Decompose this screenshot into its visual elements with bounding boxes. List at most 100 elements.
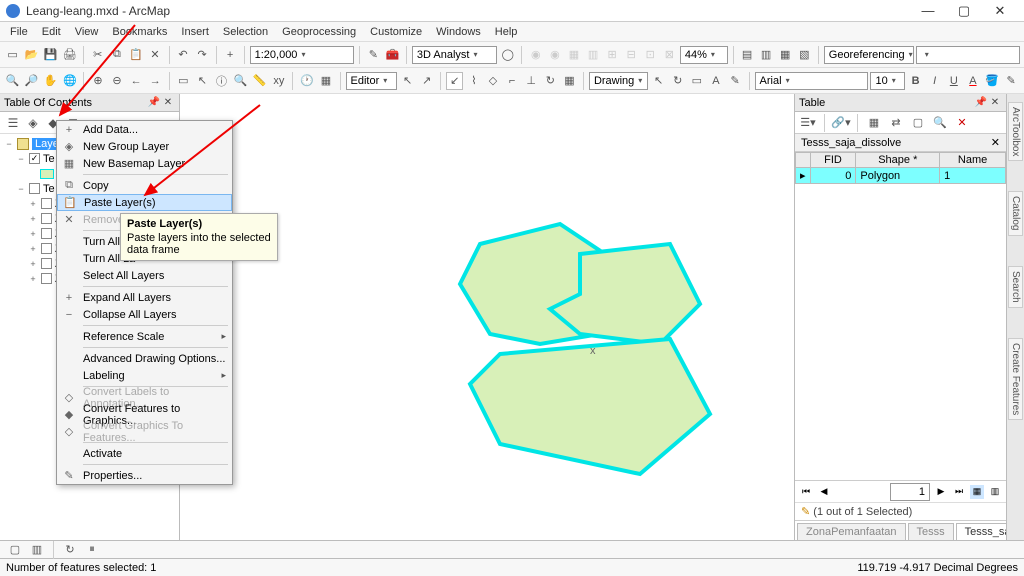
underline-icon[interactable]: U [945, 72, 962, 90]
toc-pin-icon[interactable]: 📌 [147, 96, 161, 110]
delete-icon[interactable]: ✕ [146, 46, 163, 64]
ctx-paste-layer-s-[interactable]: 📋Paste Layer(s) [57, 194, 232, 211]
list-by-source-icon[interactable]: ◈ [24, 114, 42, 132]
record-index[interactable]: 1 [890, 483, 930, 501]
paste-icon[interactable]: 📋 [127, 46, 144, 64]
trace-icon[interactable]: ⌇ [465, 72, 482, 90]
open-icon[interactable]: 📂 [23, 46, 40, 64]
table-close-icon[interactable]: ✕ [988, 96, 1002, 110]
edit-tool-icon[interactable]: ↖ [399, 72, 416, 90]
attr-icon[interactable]: ▦ [561, 72, 578, 90]
ctx-reference-scale[interactable]: Reference Scale▸ [57, 328, 232, 345]
menu-file[interactable]: File [4, 24, 34, 40]
toolbox-icon[interactable]: 🧰 [384, 46, 401, 64]
font-size-combo[interactable]: 10▾ [870, 72, 905, 90]
pointer-icon[interactable]: ↖ [194, 72, 211, 90]
side-tab-search[interactable]: Search [1008, 266, 1023, 308]
map-canvas[interactable]: x [180, 94, 794, 540]
menu-customize[interactable]: Customize [364, 24, 428, 40]
menu-selection[interactable]: Selection [217, 24, 274, 40]
ctx-collapse-all-layers[interactable]: −Collapse All Layers [57, 306, 232, 323]
draw-text-icon[interactable]: A [707, 72, 724, 90]
layout-c-icon[interactable]: ▦ [777, 46, 794, 64]
cut-icon[interactable]: ✂ [89, 46, 106, 64]
reshape-icon[interactable]: ⌐ [504, 72, 521, 90]
undo-icon[interactable]: ↶ [175, 46, 192, 64]
scale-combo[interactable]: 1:20,000▾ [250, 46, 354, 64]
split-icon[interactable]: ⊥ [523, 72, 540, 90]
menu-windows[interactable]: Windows [430, 24, 487, 40]
zoom-sel-icon[interactable]: 🔍 [931, 114, 949, 132]
editor-combo[interactable]: Editor▾ [346, 72, 398, 90]
side-tab-catalog[interactable]: Catalog [1008, 191, 1023, 235]
ctx-expand-all-layers[interactable]: +Expand All Layers [57, 289, 232, 306]
measure-icon[interactable]: 📏 [251, 72, 268, 90]
menu-help[interactable]: Help [489, 24, 524, 40]
layout-d-icon[interactable]: ▧ [796, 46, 813, 64]
table-pin-icon[interactable]: 📌 [974, 96, 988, 110]
draw-rect-icon[interactable]: ▭ [688, 72, 705, 90]
new-icon[interactable]: ▭ [4, 46, 21, 64]
italic-icon[interactable]: I [926, 72, 943, 90]
rotate-icon[interactable]: ↻ [542, 72, 559, 90]
find-icon[interactable]: 🔍 [232, 72, 249, 90]
ctx-labeling[interactable]: Labeling▸ [57, 367, 232, 384]
context-menu[interactable]: +Add Data...◈New Group Layer▦New Basemap… [56, 120, 233, 485]
drawing-combo[interactable]: Drawing▾ [589, 72, 648, 90]
time-icon[interactable]: 🕐 [298, 72, 315, 90]
first-record-icon[interactable]: ⏮ [799, 485, 813, 499]
zoom-in-icon[interactable]: 🔍 [4, 72, 21, 90]
redo-icon[interactable]: ↷ [194, 46, 211, 64]
next-record-icon[interactable]: ▶ [934, 485, 948, 499]
html-icon[interactable]: ▦ [317, 72, 334, 90]
show-selected-icon[interactable]: ▥ [988, 485, 1002, 499]
edit-vertex-icon[interactable]: ◇ [484, 72, 501, 90]
xy-icon[interactable]: xy [270, 72, 287, 90]
table-tab-close-icon[interactable]: ✕ [991, 136, 1000, 149]
list-by-drawing-icon[interactable]: ☰ [4, 114, 22, 132]
prev-extent-icon[interactable]: ← [128, 72, 145, 90]
table-tab[interactable]: Tesss [908, 523, 954, 540]
ctx-select-all-layers[interactable]: Select All Layers [57, 267, 232, 284]
fill-color-icon[interactable]: 🪣 [983, 72, 1000, 90]
edit-a-icon[interactable]: ↗ [418, 72, 435, 90]
prev-record-icon[interactable]: ◀ [817, 485, 831, 499]
draw-rotate-icon[interactable]: ↻ [669, 72, 686, 90]
layout-b-icon[interactable]: ▥ [758, 46, 775, 64]
pan-icon[interactable]: ✋ [42, 72, 59, 90]
ctx-add-data-[interactable]: +Add Data... [57, 121, 232, 138]
menu-view[interactable]: View [69, 24, 105, 40]
tool-icon[interactable]: ◯ [499, 46, 516, 64]
full-extent-icon[interactable]: 🌐 [61, 72, 78, 90]
next-extent-icon[interactable]: → [147, 72, 164, 90]
toc-close-icon[interactable]: ✕ [161, 96, 175, 110]
ctx-properties-[interactable]: ✎Properties... [57, 467, 232, 484]
ctx-new-basemap-layer[interactable]: ▦New Basemap Layer [57, 155, 232, 172]
line-color-icon[interactable]: ✎ [1003, 72, 1020, 90]
ctx-activate[interactable]: Activate [57, 445, 232, 462]
zoom-combo[interactable]: 44%▾ [680, 46, 728, 64]
bold-icon[interactable]: B [907, 72, 924, 90]
ctx-copy[interactable]: ⧉Copy [57, 177, 232, 194]
layout-a-icon[interactable]: ▤ [739, 46, 756, 64]
copy-icon[interactable]: ⧉ [108, 46, 125, 64]
select-icon[interactable]: ▭ [175, 72, 192, 90]
delete-sel-icon[interactable]: ✕ [953, 114, 971, 132]
font-combo[interactable]: Arial▾ [755, 72, 869, 90]
minimize-button[interactable]: — [910, 1, 946, 21]
sketch-tool-icon[interactable]: ↙ [446, 72, 463, 90]
menu-edit[interactable]: Edit [36, 24, 67, 40]
analyst-combo[interactable]: 3D Analyst▾ [412, 46, 497, 64]
close-button[interactable]: ✕ [982, 1, 1018, 21]
fixed-zoom-out-icon[interactable]: ⊖ [108, 72, 125, 90]
draw-select-icon[interactable]: ↖ [650, 72, 667, 90]
table-grid[interactable]: FID Shape * Name ▸ 0 Polygon 1 [795, 152, 1006, 184]
ctx-advanced-drawing-options-[interactable]: Advanced Drawing Options... [57, 350, 232, 367]
font-color-icon[interactable]: A [964, 72, 981, 90]
georef-layer-combo[interactable]: ▾ [916, 46, 1020, 64]
side-tab-create-features[interactable]: Create Features [1008, 338, 1023, 420]
table-tab[interactable]: ZonaPemanfaatan [797, 523, 906, 540]
ctx-new-group-layer[interactable]: ◈New Group Layer [57, 138, 232, 155]
table-row[interactable]: ▸ 0 Polygon 1 [796, 168, 1006, 184]
switch-sel-icon[interactable]: ⇄ [887, 114, 905, 132]
